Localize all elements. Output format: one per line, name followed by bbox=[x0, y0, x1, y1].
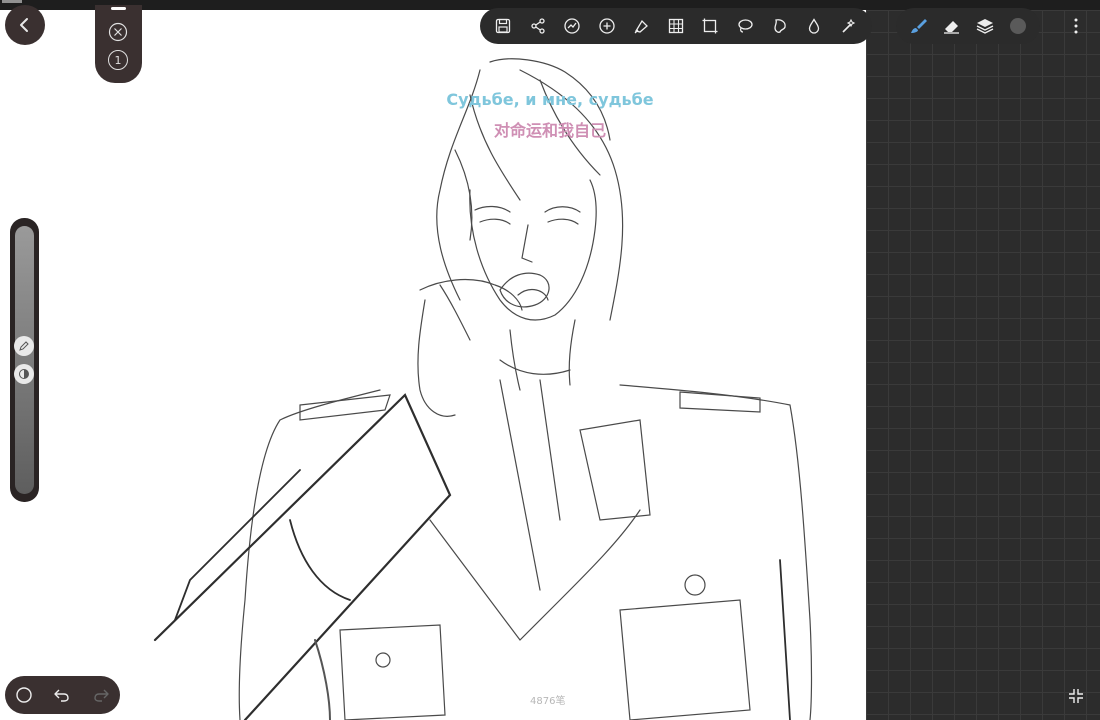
save-icon bbox=[496, 18, 511, 34]
status-indicator bbox=[2, 0, 22, 3]
transform-icon bbox=[634, 19, 649, 34]
opacity-knob[interactable] bbox=[14, 364, 34, 384]
pencil-icon bbox=[19, 341, 29, 351]
circle-icon bbox=[16, 687, 32, 703]
color-button[interactable] bbox=[1004, 12, 1032, 40]
redo-icon bbox=[94, 689, 109, 702]
top-toolbar bbox=[480, 8, 872, 44]
back-button[interactable] bbox=[5, 5, 45, 45]
layers-icon bbox=[976, 19, 993, 34]
brush-size-slider[interactable] bbox=[15, 226, 34, 494]
add-icon bbox=[599, 18, 615, 34]
history-bar bbox=[5, 676, 120, 714]
magic-button[interactable] bbox=[835, 12, 863, 40]
more-menu-button[interactable] bbox=[1062, 12, 1090, 40]
crop-button[interactable] bbox=[696, 12, 724, 40]
transform-button[interactable] bbox=[627, 12, 655, 40]
close-circle-button[interactable] bbox=[108, 22, 128, 42]
add-button[interactable] bbox=[593, 12, 621, 40]
brush-size-knob[interactable] bbox=[14, 336, 34, 356]
shape-button[interactable] bbox=[10, 681, 38, 709]
adjust-icon bbox=[564, 18, 580, 34]
lyric-line-russian: Судьбе, и мне, судьбе bbox=[446, 90, 654, 109]
share-button[interactable] bbox=[524, 12, 552, 40]
share-icon bbox=[531, 18, 545, 34]
brush-icon bbox=[910, 19, 927, 33]
stroke-count: 4876笔 bbox=[530, 696, 566, 707]
chevron-left-icon bbox=[20, 18, 28, 32]
redo-button[interactable] bbox=[87, 681, 115, 709]
lyric-line-chinese: 对命运和我自己 bbox=[493, 121, 606, 140]
workspace-grid bbox=[866, 10, 1100, 720]
lasso-button[interactable] bbox=[731, 12, 759, 40]
color-swatch bbox=[1009, 18, 1026, 34]
fill-button[interactable] bbox=[800, 12, 828, 40]
collapse-icon bbox=[1069, 689, 1083, 703]
brush-slider-panel bbox=[10, 218, 39, 502]
layer-number-button[interactable]: 1 bbox=[108, 50, 128, 70]
layers-button[interactable] bbox=[971, 12, 999, 40]
grid-icon bbox=[668, 18, 684, 34]
layer-mini-panel: 1 bbox=[95, 5, 142, 83]
opacity-icon bbox=[19, 369, 29, 379]
eraser-icon bbox=[943, 21, 959, 34]
layer-number: 1 bbox=[114, 53, 122, 67]
eraser-tool-button[interactable] bbox=[938, 12, 966, 40]
select-button[interactable] bbox=[766, 12, 794, 40]
fullscreen-button[interactable] bbox=[1062, 682, 1090, 710]
more-vertical-icon bbox=[1074, 18, 1078, 34]
select-icon bbox=[773, 19, 786, 33]
magic-icon bbox=[842, 18, 855, 33]
crop-icon bbox=[702, 18, 718, 34]
panel-handle[interactable] bbox=[111, 7, 126, 10]
undo-icon bbox=[54, 689, 70, 702]
brush-tool-button[interactable] bbox=[905, 12, 933, 40]
close-icon bbox=[108, 22, 128, 42]
drawing-canvas[interactable]: Судьбе, и мне, судьбе 对命运和我自己 4876笔 bbox=[0, 10, 866, 720]
lasso-icon bbox=[738, 19, 753, 33]
adjust-button[interactable] bbox=[558, 12, 586, 40]
tool-selector bbox=[896, 8, 1040, 44]
fill-icon bbox=[808, 18, 820, 34]
grid-button[interactable] bbox=[662, 12, 690, 40]
save-button[interactable] bbox=[489, 12, 517, 40]
undo-button[interactable] bbox=[48, 681, 76, 709]
